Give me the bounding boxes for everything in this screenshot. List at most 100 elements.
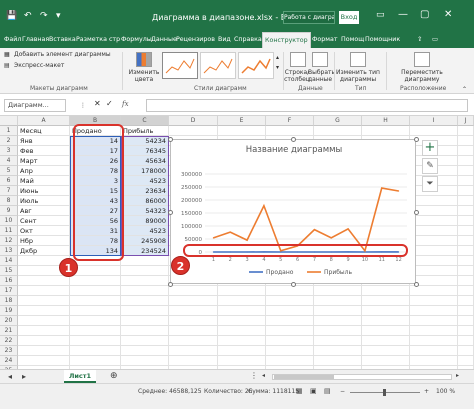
- header-cell[interactable]: Месяц: [18, 126, 70, 136]
- row-header[interactable]: 5: [0, 166, 18, 176]
- cell[interactable]: [458, 306, 474, 316]
- row-header[interactable]: 16: [0, 276, 18, 286]
- cell[interactable]: [70, 316, 121, 326]
- cell[interactable]: [410, 296, 458, 306]
- select-data-button[interactable]: Выбрать данные: [308, 69, 335, 83]
- cell[interactable]: [458, 276, 474, 286]
- cell[interactable]: [266, 306, 314, 316]
- view-normal-icon[interactable]: ▦: [296, 387, 303, 395]
- cell[interactable]: [121, 296, 169, 306]
- view-page-break-icon[interactable]: ▤: [324, 387, 331, 395]
- column-header[interactable]: E: [218, 116, 266, 126]
- cell[interactable]: [458, 136, 474, 146]
- cell[interactable]: [314, 356, 362, 366]
- cell[interactable]: [458, 236, 474, 246]
- tabs-splitter-icon[interactable]: ⋮: [250, 371, 258, 380]
- enter-icon[interactable]: ✓: [106, 100, 113, 108]
- row-header[interactable]: 14: [0, 256, 18, 266]
- cell[interactable]: [218, 316, 266, 326]
- month-cell[interactable]: Апр: [18, 166, 70, 176]
- cell[interactable]: [458, 126, 474, 136]
- row-header[interactable]: 7: [0, 186, 18, 196]
- resize-handle[interactable]: [291, 137, 296, 142]
- hscroll-right-icon[interactable]: ▸: [456, 372, 459, 379]
- hscroll-left-icon[interactable]: ◂: [262, 372, 265, 379]
- cell[interactable]: [458, 186, 474, 196]
- save-icon[interactable]: 💾: [6, 12, 17, 21]
- chart-style-thumb-3[interactable]: [238, 52, 274, 79]
- cell[interactable]: [121, 286, 169, 296]
- undo-icon[interactable]: ↶: [24, 12, 32, 21]
- horizontal-scroll-thumb[interactable]: [274, 375, 334, 379]
- month-cell[interactable]: Дкбр: [18, 246, 70, 256]
- row-header[interactable]: 11: [0, 226, 18, 236]
- column-header[interactable]: D: [169, 116, 218, 126]
- row-header[interactable]: 6: [0, 176, 18, 186]
- row-header[interactable]: 12: [0, 236, 18, 246]
- row-header[interactable]: 17: [0, 286, 18, 296]
- cell[interactable]: [121, 266, 169, 276]
- cancel-icon[interactable]: ✕: [94, 100, 101, 108]
- chart-style-thumb-2[interactable]: [200, 52, 236, 79]
- minimize-button[interactable]: —: [398, 10, 408, 20]
- view-page-layout-icon[interactable]: ▣: [310, 387, 317, 395]
- tab-design[interactable]: Конструктор: [262, 32, 311, 48]
- row-header[interactable]: 2: [0, 136, 18, 146]
- chart-styles-brush-icon[interactable]: ✎: [422, 158, 438, 174]
- cell[interactable]: [169, 286, 218, 296]
- chart-style-thumb-1[interactable]: [162, 52, 198, 79]
- cell[interactable]: [458, 286, 474, 296]
- resize-handle[interactable]: [168, 282, 173, 287]
- cell[interactable]: [18, 306, 70, 316]
- cell[interactable]: [266, 356, 314, 366]
- cell[interactable]: [362, 326, 410, 336]
- column-header[interactable]: G: [314, 116, 362, 126]
- cell[interactable]: [458, 206, 474, 216]
- cell[interactable]: [410, 236, 458, 246]
- cell[interactable]: [410, 246, 458, 256]
- cell[interactable]: [314, 286, 362, 296]
- column-header[interactable]: H: [362, 116, 410, 126]
- cell[interactable]: [218, 346, 266, 356]
- zoom-slider-thumb[interactable]: [383, 389, 386, 396]
- cell[interactable]: [410, 196, 458, 206]
- cell[interactable]: [314, 326, 362, 336]
- add-chart-element-button[interactable]: Добавить элемент диаграммы: [14, 51, 111, 58]
- cell[interactable]: [266, 286, 314, 296]
- header-cell[interactable]: Прибыль: [121, 126, 169, 136]
- cell[interactable]: [218, 306, 266, 316]
- cell[interactable]: [18, 296, 70, 306]
- signin-button[interactable]: Вход: [339, 11, 359, 24]
- cell[interactable]: [458, 216, 474, 226]
- row-header[interactable]: 18: [0, 296, 18, 306]
- cell[interactable]: [458, 316, 474, 326]
- cell[interactable]: [169, 356, 218, 366]
- cell[interactable]: [362, 126, 410, 136]
- cell[interactable]: [458, 176, 474, 186]
- resize-handle[interactable]: [291, 282, 296, 287]
- chart[interactable]: Название диаграммы 300000 250000 200000 150…: [168, 137, 419, 287]
- tab-help[interactable]: Справка: [232, 32, 264, 48]
- cell[interactable]: [266, 296, 314, 306]
- cell[interactable]: [410, 356, 458, 366]
- tab-page-layout[interactable]: Разметка стр: [74, 32, 122, 48]
- cell[interactable]: [266, 316, 314, 326]
- month-cell[interactable]: Окт: [18, 226, 70, 236]
- cell[interactable]: [218, 356, 266, 366]
- cell[interactable]: [218, 296, 266, 306]
- cell[interactable]: [410, 216, 458, 226]
- row-header[interactable]: 19: [0, 306, 18, 316]
- cell[interactable]: [458, 146, 474, 156]
- row-header[interactable]: 15: [0, 266, 18, 276]
- month-cell[interactable]: Нбр: [18, 236, 70, 246]
- cell[interactable]: [218, 286, 266, 296]
- cell[interactable]: [410, 286, 458, 296]
- column-header[interactable]: F: [266, 116, 314, 126]
- select-all-corner[interactable]: [0, 116, 18, 126]
- month-cell[interactable]: Янв: [18, 136, 70, 146]
- cell[interactable]: [458, 346, 474, 356]
- share-icon[interactable]: ⇪: [415, 32, 424, 48]
- sheet-tab-1[interactable]: Лист1: [64, 370, 96, 383]
- cell[interactable]: [169, 126, 218, 136]
- cell[interactable]: [458, 256, 474, 266]
